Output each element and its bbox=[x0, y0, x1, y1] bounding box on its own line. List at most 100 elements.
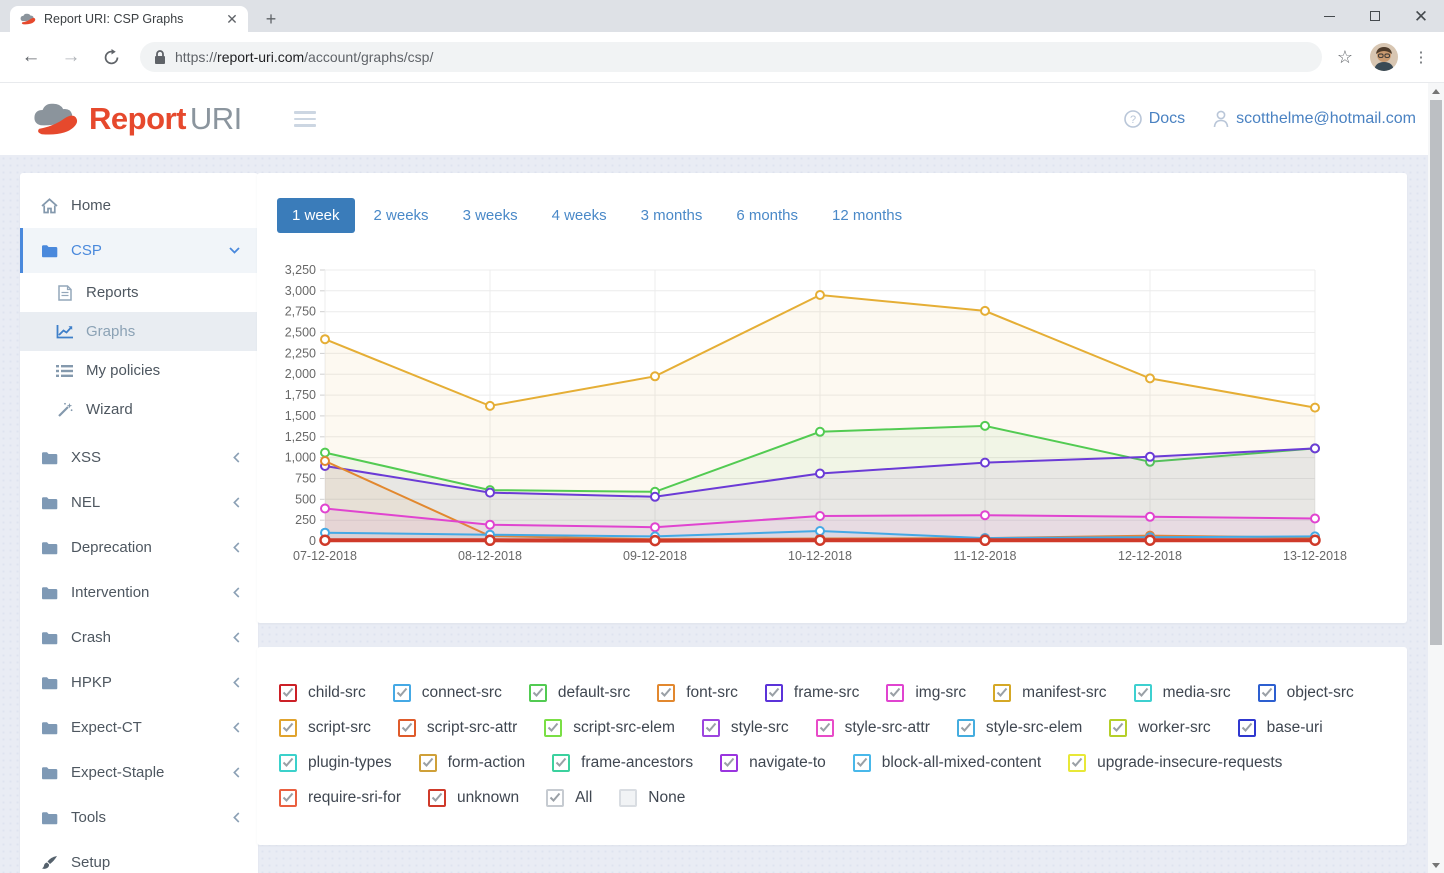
sidebar-item-csp[interactable]: CSP bbox=[20, 228, 258, 273]
sidebar-item-nel[interactable]: NEL bbox=[20, 480, 258, 525]
sidebar-item-reports[interactable]: Reports bbox=[20, 273, 258, 312]
legend-checkbox-worker-src[interactable]: worker-src bbox=[1109, 719, 1210, 737]
back-button[interactable]: ← bbox=[14, 40, 48, 74]
logo-cloud-icon bbox=[32, 102, 80, 136]
sidebar-item-home[interactable]: Home bbox=[20, 183, 258, 228]
scrollbar-down-icon[interactable] bbox=[1428, 857, 1444, 873]
docs-link[interactable]: ? Docs bbox=[1124, 110, 1185, 128]
page-content: Home CSP ReportsGraphsMy policiesWizard XSS… bbox=[0, 155, 1444, 873]
legend-checkbox-style-src-attr[interactable]: style-src-attr bbox=[816, 719, 930, 737]
legend-label: style-src-elem bbox=[986, 719, 1082, 737]
svg-text:2,750: 2,750 bbox=[285, 305, 316, 319]
sidebar-item-hpkp[interactable]: HPKP bbox=[20, 660, 258, 705]
sidebar-item-setup[interactable]: Setup bbox=[20, 840, 258, 873]
checkbox-checked-icon bbox=[993, 684, 1011, 702]
minimize-button[interactable] bbox=[1306, 0, 1352, 32]
address-bar[interactable]: https://report-uri.com/account/graphs/cs… bbox=[140, 42, 1322, 72]
period-tab-1-week[interactable]: 1 week bbox=[277, 198, 355, 233]
new-tab-button[interactable]: + bbox=[258, 6, 284, 32]
account-link[interactable]: scotthelme@hotmail.com bbox=[1213, 110, 1416, 128]
scrollbar-thumb[interactable] bbox=[1430, 100, 1442, 645]
legend-label: style-src-attr bbox=[845, 719, 930, 737]
legend-checkbox-font-src[interactable]: font-src bbox=[657, 684, 738, 702]
legend-checkbox-block-all-mixed-content[interactable]: block-all-mixed-content bbox=[853, 754, 1041, 772]
folder-icon bbox=[40, 811, 59, 825]
legend-label: img-src bbox=[915, 684, 966, 702]
period-tab-3-months[interactable]: 3 months bbox=[626, 198, 718, 233]
close-button[interactable]: ✕ bbox=[1398, 0, 1444, 32]
sidebar-item-label: Expect-Staple bbox=[71, 764, 164, 781]
reload-button[interactable] bbox=[94, 40, 128, 74]
legend-checkbox-media-src[interactable]: media-src bbox=[1134, 684, 1231, 702]
legend-checkbox-none[interactable]: None bbox=[619, 789, 685, 807]
chevron-left-icon bbox=[233, 632, 240, 643]
folder-icon bbox=[40, 451, 59, 465]
sidebar-item-my-policies[interactable]: My policies bbox=[20, 351, 258, 390]
svg-text:12-12-2018: 12-12-2018 bbox=[1118, 549, 1182, 563]
hamburger-menu-icon[interactable] bbox=[294, 111, 316, 127]
sidebar-item-crash[interactable]: Crash bbox=[20, 615, 258, 660]
sidebar-item-graphs[interactable]: Graphs bbox=[20, 312, 258, 351]
maximize-button[interactable] bbox=[1352, 0, 1398, 32]
legend-checkbox-connect-src[interactable]: connect-src bbox=[393, 684, 502, 702]
tab-close-icon[interactable]: ✕ bbox=[224, 11, 240, 27]
period-tab-2-weeks[interactable]: 2 weeks bbox=[359, 198, 444, 233]
period-tab-6-months[interactable]: 6 months bbox=[721, 198, 813, 233]
legend-checkbox-script-src-elem[interactable]: script-src-elem bbox=[544, 719, 675, 737]
legend-checkbox-upgrade-insecure-requests[interactable]: upgrade-insecure-requests bbox=[1068, 754, 1282, 772]
legend-checkbox-navigate-to[interactable]: navigate-to bbox=[720, 754, 826, 772]
legend-checkbox-script-src[interactable]: script-src bbox=[279, 719, 371, 737]
svg-text:3,000: 3,000 bbox=[285, 284, 316, 298]
legend-checkbox-script-src-attr[interactable]: script-src-attr bbox=[398, 719, 517, 737]
sidebar-item-expect-staple[interactable]: Expect-Staple bbox=[20, 750, 258, 795]
period-tab-3-weeks[interactable]: 3 weeks bbox=[448, 198, 533, 233]
svg-text:11-12-2018: 11-12-2018 bbox=[953, 549, 1016, 563]
forward-button[interactable]: → bbox=[54, 40, 88, 74]
browser-toolbar: ← → https://report-uri.com/account/graph… bbox=[0, 32, 1444, 83]
period-tab-4-weeks[interactable]: 4 weeks bbox=[537, 198, 622, 233]
legend-checkbox-all[interactable]: All bbox=[546, 789, 592, 807]
legend-checkbox-style-src[interactable]: style-src bbox=[702, 719, 789, 737]
legend-checkbox-frame-ancestors[interactable]: frame-ancestors bbox=[552, 754, 693, 772]
wand-icon bbox=[55, 402, 74, 418]
browser-titlebar: Report URI: CSP Graphs ✕ + ✕ bbox=[0, 0, 1444, 32]
sidebar-item-tools[interactable]: Tools bbox=[20, 795, 258, 840]
legend-checkbox-style-src-elem[interactable]: style-src-elem bbox=[957, 719, 1082, 737]
sidebar-item-wizard[interactable]: Wizard bbox=[20, 390, 258, 429]
browser-tab[interactable]: Report URI: CSP Graphs ✕ bbox=[10, 6, 248, 32]
legend-checkbox-form-action[interactable]: form-action bbox=[419, 754, 526, 772]
checkbox-checked-icon bbox=[702, 719, 720, 737]
period-tab-12-months[interactable]: 12 months bbox=[817, 198, 917, 233]
user-icon bbox=[1213, 110, 1229, 128]
legend-checkbox-default-src[interactable]: default-src bbox=[529, 684, 630, 702]
chevron-down-icon bbox=[229, 247, 240, 254]
directive-legend-panel: child-src connect-src default-src font-src f… bbox=[257, 647, 1407, 845]
logo-text-uri: URI bbox=[190, 101, 242, 136]
checkbox-checked-icon bbox=[393, 684, 411, 702]
legend-checkbox-object-src[interactable]: object-src bbox=[1258, 684, 1354, 702]
scrollbar-up-icon[interactable] bbox=[1428, 83, 1444, 99]
legend-checkbox-img-src[interactable]: img-src bbox=[886, 684, 966, 702]
legend-checkbox-manifest-src[interactable]: manifest-src bbox=[993, 684, 1106, 702]
legend-checkbox-require-sri-for[interactable]: require-sri-for bbox=[279, 789, 401, 807]
chevron-left-icon bbox=[233, 497, 240, 508]
profile-avatar[interactable] bbox=[1370, 43, 1398, 71]
legend-checkbox-unknown[interactable]: unknown bbox=[428, 789, 519, 807]
legend-label: manifest-src bbox=[1022, 684, 1106, 702]
sidebar-item-label: NEL bbox=[71, 494, 100, 511]
page-scrollbar[interactable] bbox=[1428, 83, 1444, 873]
sidebar-item-intervention[interactable]: Intervention bbox=[20, 570, 258, 615]
legend-checkbox-frame-src[interactable]: frame-src bbox=[765, 684, 859, 702]
report-uri-logo[interactable]: ReportURI bbox=[32, 101, 242, 137]
sidebar-item-xss[interactable]: XSS bbox=[20, 435, 258, 480]
legend-checkbox-child-src[interactable]: child-src bbox=[279, 684, 366, 702]
legend-row: script-src script-src-attr script-src-elem… bbox=[279, 710, 1387, 745]
sidebar-item-label: CSP bbox=[71, 242, 102, 259]
legend-checkbox-base-uri[interactable]: base-uri bbox=[1238, 719, 1323, 737]
legend-label: script-src-attr bbox=[427, 719, 517, 737]
legend-checkbox-plugin-types[interactable]: plugin-types bbox=[279, 754, 392, 772]
sidebar-item-expect-ct[interactable]: Expect-CT bbox=[20, 705, 258, 750]
bookmark-star-icon[interactable]: ☆ bbox=[1330, 42, 1360, 72]
sidebar-item-deprecation[interactable]: Deprecation bbox=[20, 525, 258, 570]
browser-menu-icon[interactable]: ⋮ bbox=[1408, 42, 1434, 72]
